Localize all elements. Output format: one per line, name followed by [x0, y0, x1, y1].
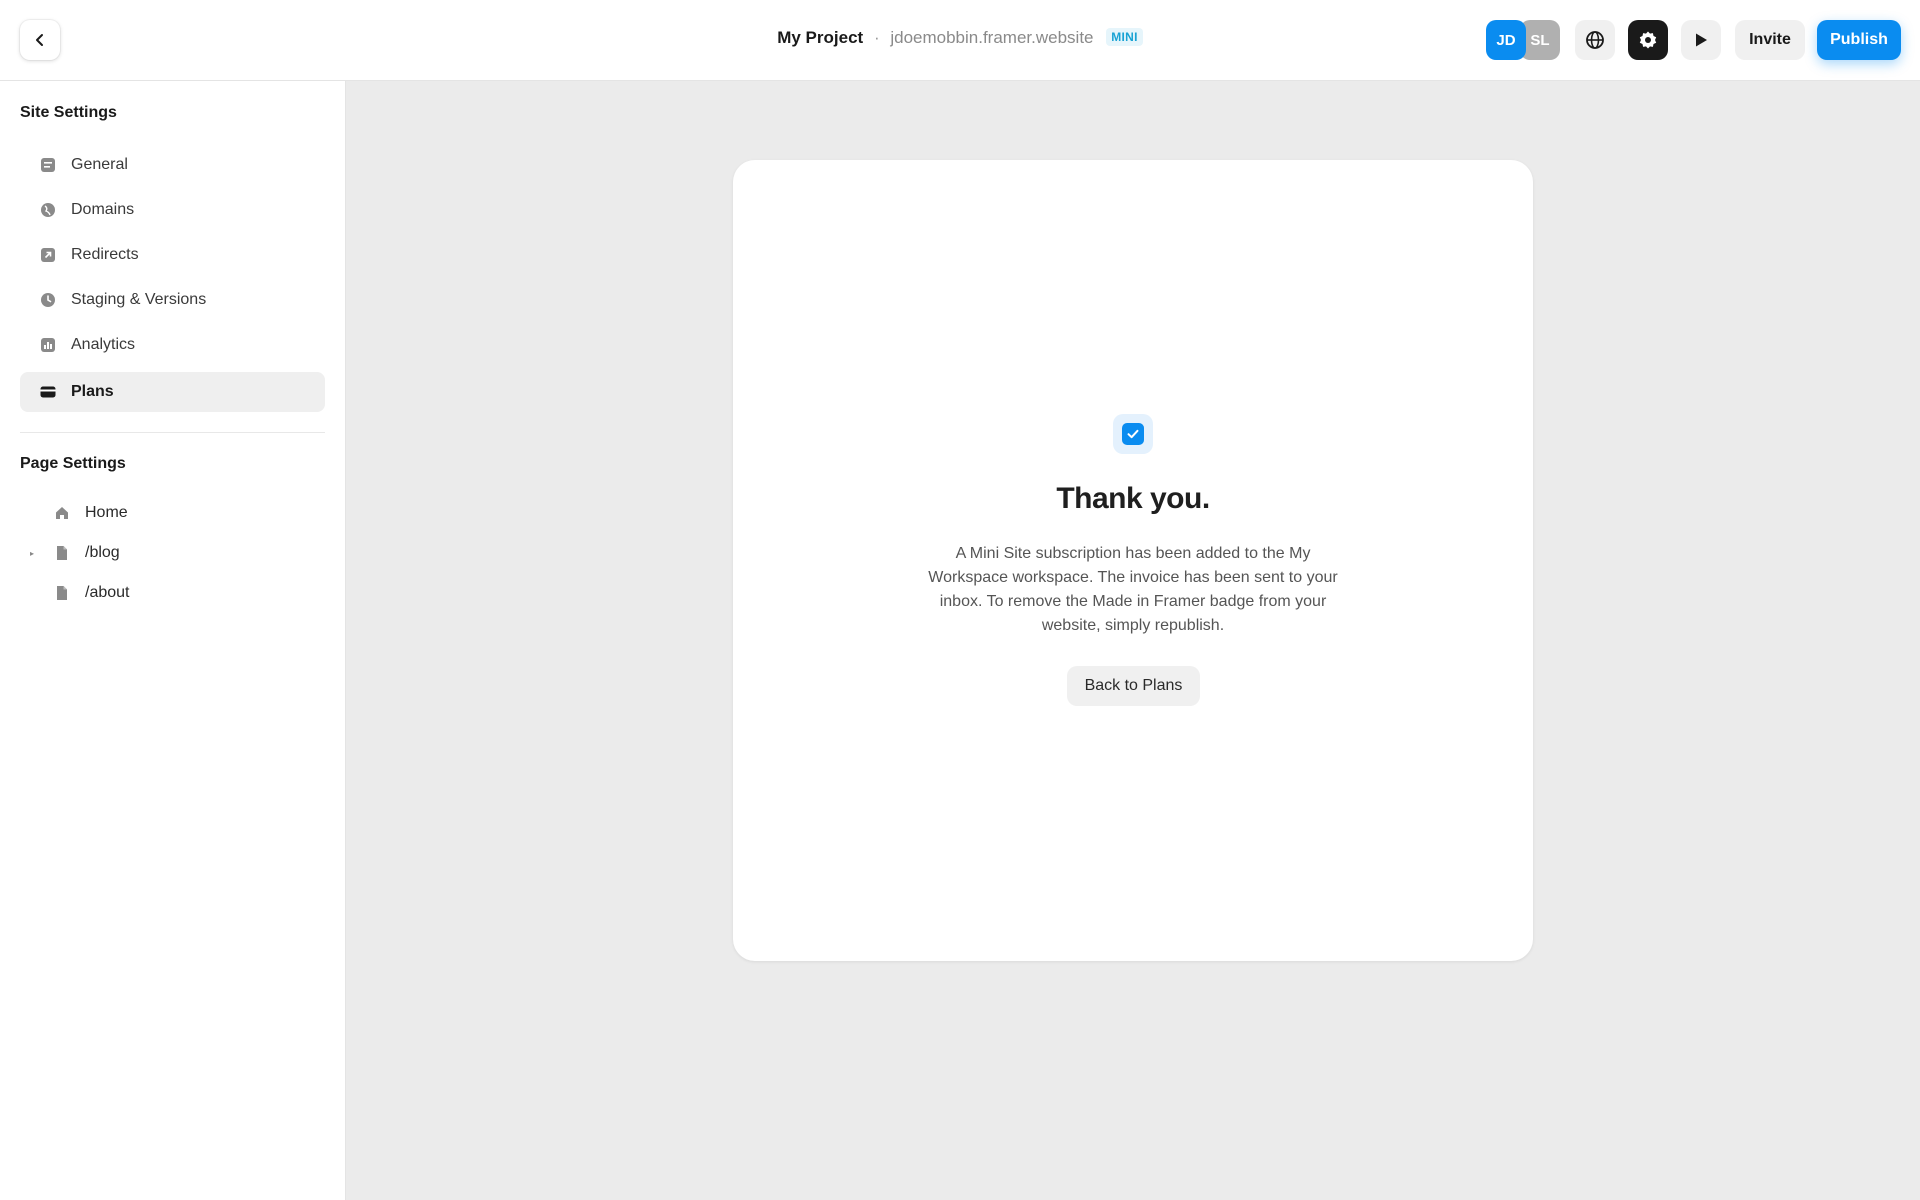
expand-caret-icon[interactable]: ▸: [30, 549, 44, 558]
confirmation-card: Thank you. A Mini Site subscription has …: [733, 160, 1533, 961]
page-icon: [54, 545, 70, 561]
collaborator-avatars[interactable]: SL JD: [1486, 20, 1562, 60]
sidebar-divider: [20, 432, 325, 433]
sidebar-item-general[interactable]: General: [20, 145, 325, 185]
redirect-icon: [40, 247, 56, 263]
sidebar-item-plans[interactable]: Plans: [20, 372, 325, 412]
sidebar-item-redirects[interactable]: Redirects: [20, 235, 325, 275]
confirmation-message: A Mini Site subscription has been added …: [928, 545, 1338, 634]
sidebar-item-label: Staging & Versions: [71, 291, 207, 308]
page-item-label: /about: [85, 584, 130, 601]
clock-icon: [40, 292, 56, 308]
globe-icon: [1586, 31, 1604, 49]
page-settings-title: Page Settings: [20, 455, 126, 472]
page-item-label: /blog: [85, 544, 120, 561]
success-badge: [1113, 414, 1153, 454]
sidebar-item-label: Redirects: [71, 246, 139, 263]
checkmark-icon: [1122, 423, 1144, 445]
preview-button[interactable]: [1681, 20, 1721, 60]
analytics-icon: [40, 337, 56, 353]
back-to-plans-button[interactable]: Back to Plans: [1067, 666, 1200, 706]
page-item-home[interactable]: Home: [20, 495, 325, 531]
avatar[interactable]: SL: [1520, 20, 1560, 60]
gear-icon: [1639, 31, 1657, 49]
card-icon: [40, 384, 56, 400]
invite-button[interactable]: Invite: [1735, 20, 1805, 60]
globe-icon: [40, 202, 56, 218]
settings-button[interactable]: [1628, 20, 1668, 60]
sidebar-item-domains[interactable]: Domains: [20, 190, 325, 230]
page-item-label: Home: [85, 504, 128, 521]
avatar[interactable]: JD: [1486, 20, 1526, 60]
site-url[interactable]: jdoemobbin.framer.website: [890, 28, 1093, 47]
top-bar: My Project · jdoemobbin.framer.website M…: [0, 0, 1920, 81]
sidebar-item-label: Plans: [71, 383, 114, 400]
settings-sidebar: Site Settings General Domains Redirects …: [0, 81, 346, 1200]
page-item-about[interactable]: /about: [20, 575, 325, 611]
sidebar-item-label: Domains: [71, 201, 135, 218]
project-name[interactable]: My Project: [777, 28, 863, 47]
general-icon: [40, 157, 56, 173]
sidebar-item-label: Analytics: [71, 336, 136, 353]
confirmation-title: Thank you.: [1056, 482, 1210, 515]
page-icon: [54, 585, 70, 601]
publish-button[interactable]: Publish: [1817, 20, 1901, 60]
play-icon: [1696, 33, 1707, 47]
site-button[interactable]: [1575, 20, 1615, 60]
sidebar-item-analytics[interactable]: Analytics: [20, 325, 325, 365]
plan-badge: MINI: [1106, 28, 1143, 46]
page-item-blog[interactable]: ▸ /blog: [20, 535, 325, 571]
sidebar-item-staging[interactable]: Staging & Versions: [20, 280, 325, 320]
site-settings-title: Site Settings: [20, 104, 117, 121]
home-icon: [54, 505, 70, 521]
title-separator: ·: [873, 28, 880, 47]
sidebar-item-label: General: [71, 156, 128, 173]
